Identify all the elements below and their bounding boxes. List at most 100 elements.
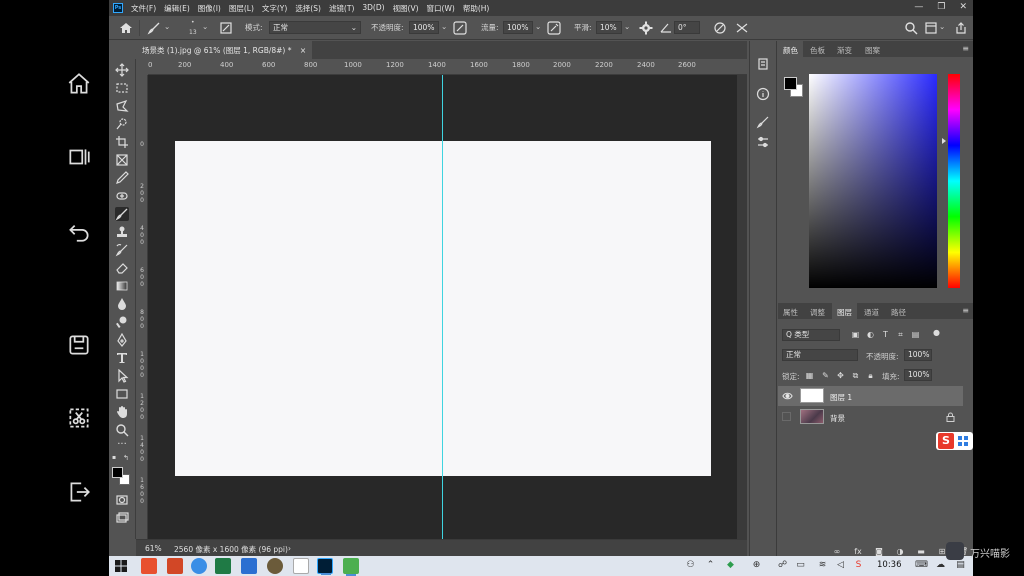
filter-shape-icon[interactable]: ⌗	[895, 329, 906, 340]
menu-view[interactable]: 视图(V)	[393, 3, 419, 14]
layer-row[interactable]: 背景	[778, 407, 963, 427]
layer-name[interactable]: 背景	[830, 413, 845, 424]
share-icon[interactable]	[954, 21, 968, 35]
wechat-app-icon[interactable]	[343, 558, 359, 576]
vertical-guide[interactable]	[442, 75, 443, 539]
airbrush-icon[interactable]	[547, 21, 561, 35]
status-menu-arrow[interactable]: ›	[288, 544, 291, 553]
hue-slider-marker[interactable]	[942, 138, 946, 144]
brush-dot-icon[interactable]: •	[191, 19, 195, 26]
brush-panel-icon[interactable]	[219, 21, 233, 35]
input-method-badge[interactable]: S	[936, 432, 973, 450]
menu-select[interactable]: 选择(S)	[295, 3, 321, 14]
menu-layer[interactable]: 图层(L)	[229, 3, 254, 14]
workspace-icon[interactable]	[924, 21, 938, 35]
tab-paths[interactable]: 路径	[886, 303, 911, 319]
opacity-input[interactable]: 100%	[409, 21, 439, 34]
tab-layers[interactable]: 图层	[832, 303, 857, 319]
home-icon[interactable]	[66, 71, 92, 97]
canvas-area[interactable]	[148, 75, 747, 539]
symmetry-icon[interactable]	[735, 21, 749, 35]
sogou-ime-icon[interactable]: S	[853, 560, 864, 571]
menu-help[interactable]: 帮助(H)	[463, 3, 490, 14]
default-colors-icon[interactable]: ▪	[112, 454, 120, 462]
chevron-down-icon[interactable]: ⌄	[202, 22, 208, 31]
restore-icon[interactable]: ❐	[937, 2, 945, 12]
network-icon[interactable]: ☍	[777, 560, 788, 571]
exit-icon[interactable]	[66, 479, 92, 505]
lock-position-icon[interactable]: ✥	[835, 370, 846, 381]
path-select-tool-icon[interactable]	[115, 369, 129, 383]
menu-window[interactable]: 窗口(W)	[427, 3, 455, 14]
quick-select-tool-icon[interactable]	[115, 117, 129, 131]
user-icon[interactable]: ⚇	[685, 560, 696, 571]
color-field[interactable]	[809, 74, 937, 288]
screen-mode-icon[interactable]	[115, 511, 129, 525]
eraser-tool-icon[interactable]	[115, 261, 129, 275]
clock[interactable]: 10:36	[877, 560, 902, 570]
layer-name[interactable]: 图层 1	[830, 392, 852, 403]
close-icon[interactable]: ×	[300, 46, 306, 55]
fill-input[interactable]: 100%	[904, 369, 932, 381]
angle-input[interactable]: 0°	[674, 21, 700, 34]
display-icon[interactable]: ▭	[795, 560, 806, 571]
multitask-icon[interactable]	[66, 144, 92, 170]
history-brush-tool-icon[interactable]	[115, 243, 129, 257]
filter-smart-icon[interactable]: ▤	[910, 329, 921, 340]
smoothing-input[interactable]: 10%	[596, 21, 622, 34]
blur-tool-icon[interactable]	[115, 297, 129, 311]
menu-file[interactable]: 文件(F)	[131, 3, 156, 14]
brush-size-value[interactable]: 13	[189, 29, 197, 36]
healing-brush-tool-icon[interactable]	[115, 189, 129, 203]
history-panel-icon[interactable]	[756, 57, 770, 71]
tab-patterns[interactable]: 图案	[860, 41, 885, 57]
gamepad-icon[interactable]: ⊕	[751, 560, 762, 571]
tab-adjustments[interactable]: 调整	[805, 303, 830, 319]
filter-toggle-icon[interactable]: ●	[931, 327, 942, 338]
menu-edit[interactable]: 编辑(E)	[164, 3, 190, 14]
brush-settings-icon[interactable]	[756, 115, 770, 129]
word-app-icon[interactable]	[241, 558, 257, 574]
panel-menu-icon[interactable]: ≡	[962, 306, 969, 315]
tab-color[interactable]: 颜色	[778, 41, 803, 57]
lock-pixels-icon[interactable]: ✎	[820, 370, 831, 381]
chevron-down-icon[interactable]: ⌄	[939, 22, 945, 31]
screenshot-icon[interactable]	[66, 405, 92, 431]
gear-icon[interactable]	[639, 21, 653, 35]
filter-adjust-icon[interactable]: ◐	[865, 329, 876, 340]
excel-app-icon[interactable]	[215, 558, 231, 574]
lock-all-icon[interactable]: 🔒︎	[865, 370, 876, 381]
hand-tool-icon[interactable]	[115, 405, 129, 419]
security-icon[interactable]: ◆	[725, 560, 736, 571]
link-layers-icon[interactable]: ∞	[832, 547, 842, 556]
mode-select[interactable]: 正常 ⌄	[269, 21, 361, 34]
pressure-size-icon[interactable]	[713, 21, 727, 35]
menu-filter[interactable]: 滤镜(T)	[329, 3, 354, 14]
document-tab[interactable]: 场景类 (1).jpg @ 61% (图层 1, RGB/8#) * ×	[136, 41, 313, 59]
horizontal-ruler[interactable]: 0 200 400 600 800 1000 1200 1400 1600 18…	[148, 59, 747, 75]
quick-mask-icon[interactable]	[115, 493, 129, 507]
foreground-color-swatch[interactable]	[784, 77, 797, 90]
group-folder-icon[interactable]: ▬	[916, 547, 926, 556]
pressure-opacity-icon[interactable]	[453, 21, 467, 35]
photoshop-app-icon[interactable]	[317, 558, 333, 575]
ruler-origin[interactable]	[136, 59, 148, 75]
layer-row[interactable]: 图层 1	[778, 386, 963, 406]
blend-mode-select[interactable]: 正常	[782, 349, 858, 361]
chevron-down-icon[interactable]: ⌄	[164, 22, 170, 31]
layer-filter-select[interactable]: Q 类型	[782, 329, 840, 341]
minimize-icon[interactable]: —	[914, 2, 923, 12]
mail-app-icon[interactable]	[293, 558, 309, 574]
menu-type[interactable]: 文字(Y)	[262, 3, 287, 14]
vertical-ruler[interactable]: 0 2 0 0 4 0 0 6 0 0 8 0 0 1 0 0 0 1 2 0 …	[136, 75, 148, 539]
swap-colors-icon[interactable]: ↰	[123, 454, 131, 462]
brush-tool-icon[interactable]	[147, 21, 161, 35]
visibility-eye-icon[interactable]	[782, 391, 793, 401]
volume-icon[interactable]: ◁	[835, 560, 846, 571]
adjustment-layer-icon[interactable]: ◑	[895, 547, 905, 556]
rectangle-tool-icon[interactable]	[115, 387, 129, 401]
gradient-tool-icon[interactable]	[115, 279, 129, 293]
tab-properties[interactable]: 属性	[778, 303, 803, 319]
lock-artboard-icon[interactable]: ⧉	[850, 370, 861, 381]
filter-type-icon[interactable]: T	[880, 329, 891, 340]
